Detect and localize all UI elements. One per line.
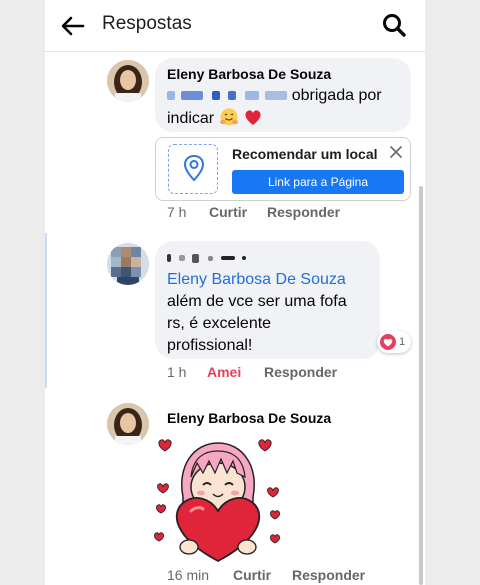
reply-button[interactable]: Responder bbox=[292, 567, 365, 583]
comment-actions: 1 h Amei Responder bbox=[167, 364, 407, 382]
replies-screen: Respostas Eleny Barbosa De Souza obrigad… bbox=[45, 0, 425, 585]
thread-indicator bbox=[45, 233, 47, 388]
link-to-page-button[interactable]: Link para a Página bbox=[232, 170, 404, 194]
love-button[interactable]: Amei bbox=[207, 364, 241, 380]
app-header: Respostas bbox=[45, 0, 425, 52]
girl-hugging-heart-sticker bbox=[154, 439, 280, 563]
redacted-author[interactable] bbox=[167, 249, 368, 265]
comment-bubble: Eleny Barbosa De Souza além de vce ser u… bbox=[155, 241, 380, 359]
like-button[interactable]: Curtir bbox=[209, 204, 247, 220]
comment-text-line: rs, é excelente bbox=[167, 315, 272, 332]
comment-actions: 7 h Curtir Responder bbox=[167, 204, 407, 222]
love-reaction-icon bbox=[380, 334, 396, 350]
comment-text-line: indicar bbox=[167, 110, 215, 127]
avatar[interactable] bbox=[107, 403, 149, 445]
avatar[interactable] bbox=[107, 243, 149, 285]
heart-icon bbox=[245, 110, 261, 125]
location-pin-icon bbox=[183, 154, 205, 182]
comment-author[interactable]: Eleny Barbosa De Souza bbox=[167, 66, 399, 82]
search-icon[interactable] bbox=[381, 12, 407, 38]
comment-author[interactable]: Eleny Barbosa De Souza bbox=[167, 410, 331, 426]
back-arrow-icon[interactable] bbox=[59, 14, 85, 38]
comment-text-line: profissional! bbox=[167, 337, 253, 354]
comment-time: 16 min bbox=[167, 567, 210, 583]
redacted-text bbox=[167, 87, 292, 104]
reaction-badge[interactable]: 1 bbox=[377, 331, 412, 353]
comment-text-line: além de vce ser uma fofa bbox=[167, 293, 347, 310]
comment-time: 7 h bbox=[167, 204, 187, 220]
comment-text: Eleny Barbosa De Souza além de vce ser u… bbox=[167, 269, 368, 357]
recommend-place-card[interactable]: Recomendar um local Link para a Página bbox=[155, 137, 411, 201]
map-placeholder bbox=[168, 144, 218, 194]
hugging-face-icon bbox=[219, 108, 238, 126]
scrollbar[interactable] bbox=[419, 186, 423, 585]
comment-time: 1 h bbox=[167, 364, 187, 380]
card-title: Recomendar um local bbox=[232, 146, 378, 162]
avatar[interactable] bbox=[107, 60, 149, 102]
reaction-count: 1 bbox=[399, 336, 406, 348]
page-title: Respostas bbox=[102, 13, 192, 34]
like-button[interactable]: Curtir bbox=[233, 567, 271, 583]
reply-button[interactable]: Responder bbox=[264, 364, 337, 380]
close-icon[interactable] bbox=[388, 144, 404, 160]
comment-text-line: obrigada por bbox=[291, 87, 382, 104]
comment-actions: 16 min Curtir Responder bbox=[167, 567, 417, 585]
mention-link[interactable]: Eleny Barbosa De Souza bbox=[167, 271, 346, 288]
comment-text: obrigada por indicar bbox=[167, 85, 399, 130]
comment-bubble: Eleny Barbosa De Souza obrigada por indi… bbox=[155, 58, 411, 132]
reply-button[interactable]: Responder bbox=[267, 204, 340, 220]
